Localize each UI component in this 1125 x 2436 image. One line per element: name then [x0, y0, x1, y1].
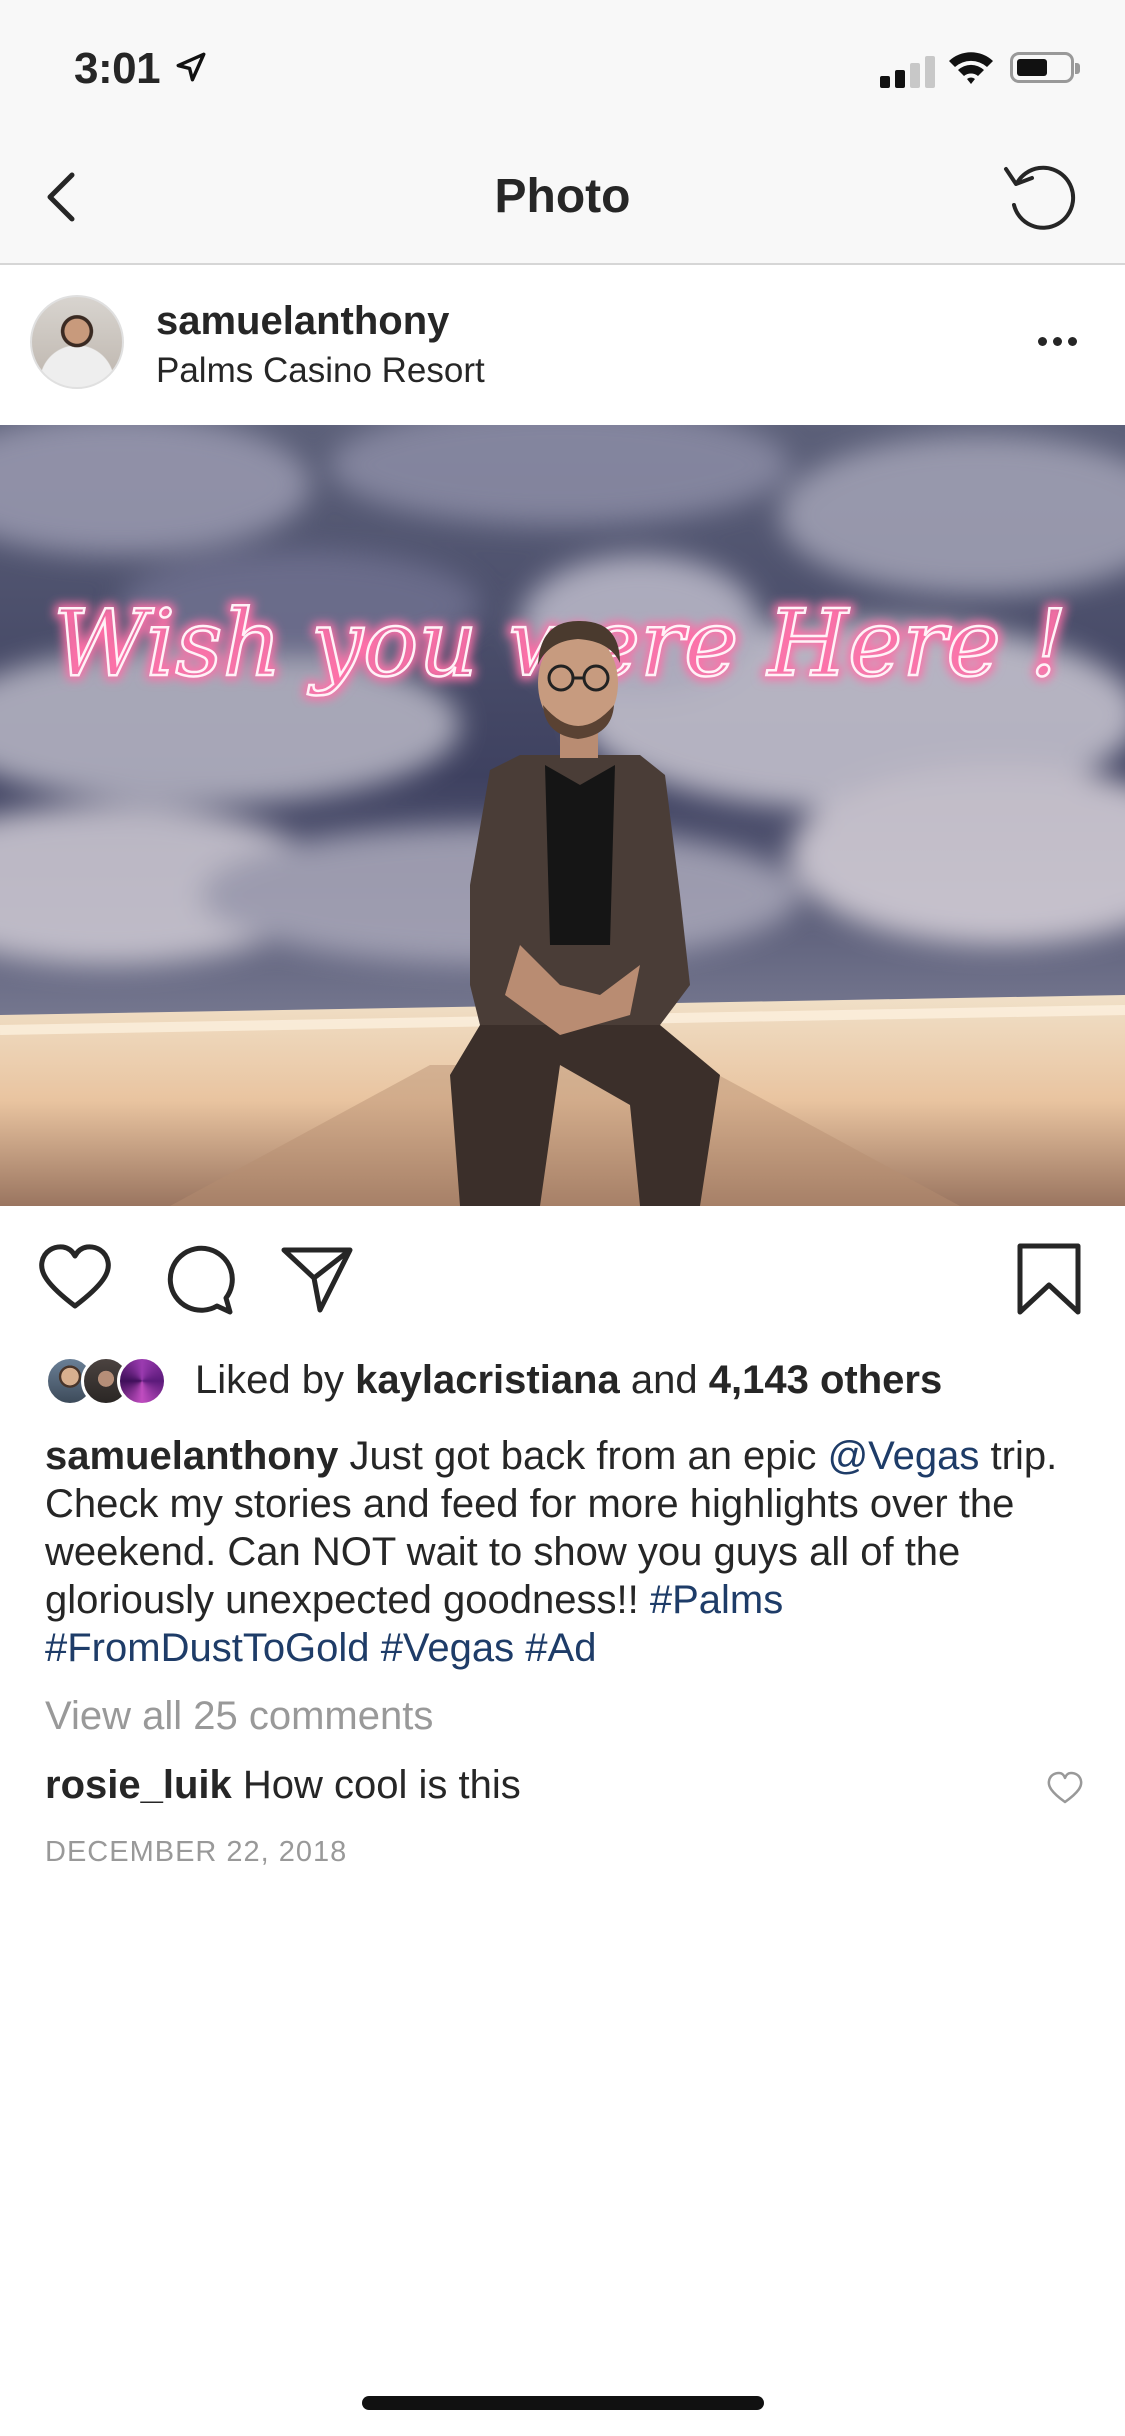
caption-text: Just got back from an epic	[349, 1434, 817, 1478]
home-indicator[interactable]	[362, 2396, 764, 2410]
post-location[interactable]: Palms Casino Resort	[156, 351, 485, 391]
more-icon[interactable]	[1030, 330, 1086, 350]
likes-prefix: Liked by	[195, 1358, 344, 1402]
post-username[interactable]: samuelanthony	[156, 299, 449, 344]
heart-icon[interactable]	[36, 1240, 114, 1318]
likes-row[interactable]: Liked by kaylacristiana and 4,143 others	[45, 1352, 1105, 1412]
status-bar: 3:01	[0, 0, 1125, 135]
comment-username[interactable]: rosie_luik	[45, 1763, 232, 1807]
caption-username[interactable]: samuelanthony	[45, 1434, 338, 1478]
bookmark-icon[interactable]	[1010, 1240, 1088, 1318]
post-header: samuelanthony Palms Casino Resort	[0, 265, 1125, 425]
location-arrow-icon	[176, 52, 206, 82]
avatar[interactable]	[30, 295, 124, 389]
caption-hashtag[interactable]: #FromDustToGold	[45, 1626, 370, 1670]
caption-mention[interactable]: @Vegas	[828, 1434, 980, 1478]
status-time: 3:01	[74, 44, 161, 93]
comment-text: How cool is this	[242, 1763, 521, 1807]
post-photo[interactable]: Wish you were Here ! Wish you were Here …	[0, 425, 1125, 1206]
likes-count[interactable]: 4,143 others	[709, 1358, 942, 1402]
share-icon[interactable]	[278, 1240, 356, 1318]
likes-user[interactable]: kaylacristiana	[355, 1358, 620, 1402]
liker-avatar	[117, 1356, 167, 1406]
caption-hashtag[interactable]: #Ad	[525, 1626, 596, 1670]
caption-hashtag[interactable]: #Vegas	[381, 1626, 514, 1670]
comment-row: rosie_luik How cool is this	[45, 1763, 521, 1808]
nav-bar: Photo	[0, 135, 1125, 265]
post-actions	[0, 1206, 1125, 1336]
likes-and: and	[630, 1358, 698, 1402]
wifi-icon	[949, 52, 993, 84]
page-title: Photo	[494, 170, 631, 223]
view-all-comments-link[interactable]: View all 25 comments	[45, 1694, 433, 1739]
battery-icon	[1010, 52, 1080, 83]
post-date: DECEMBER 22, 2018	[45, 1836, 348, 1868]
photo-image: Wish you were Here ! Wish you were Here …	[0, 425, 1125, 1206]
comment-icon[interactable]	[160, 1240, 238, 1318]
refresh-icon[interactable]	[1000, 157, 1080, 237]
post-caption: samuelanthony Just got back from an epic…	[45, 1432, 1095, 1672]
caption-hashtag[interactable]: #Palms	[650, 1578, 783, 1622]
small-heart-icon[interactable]	[1046, 1770, 1084, 1806]
likes-text: Liked by kaylacristiana and 4,143 others	[195, 1358, 942, 1403]
